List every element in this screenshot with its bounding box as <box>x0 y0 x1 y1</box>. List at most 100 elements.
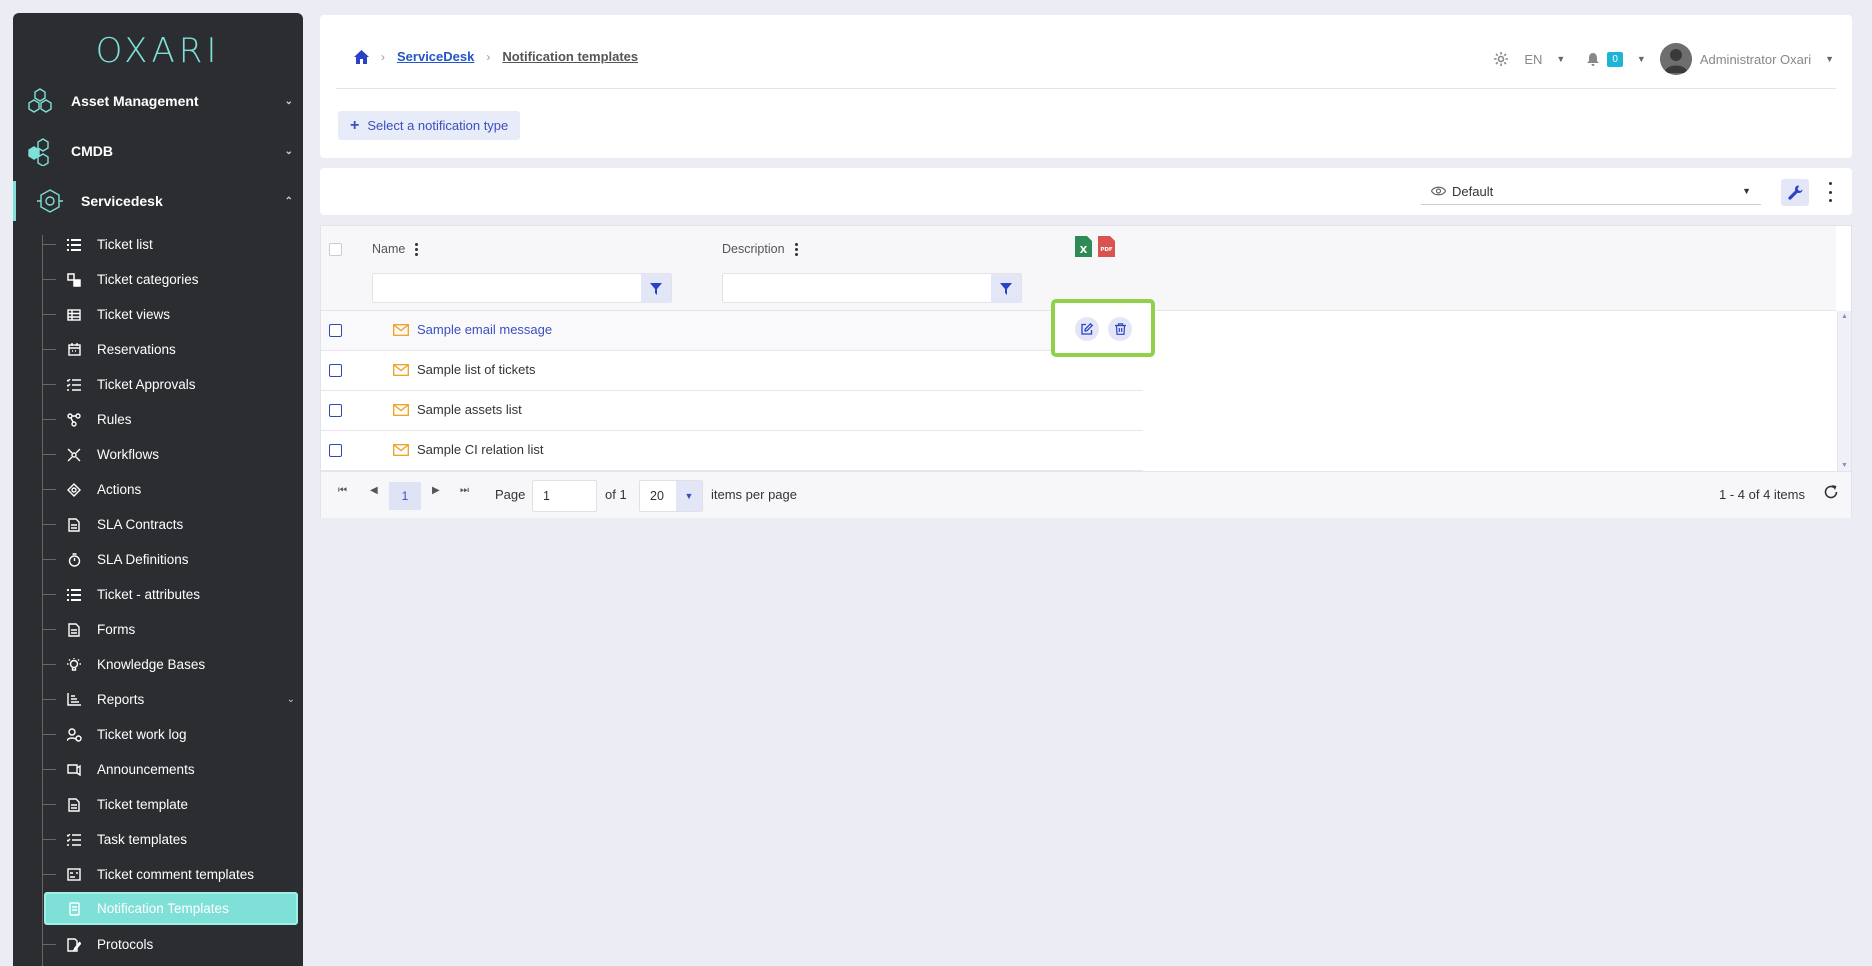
tree-branch <box>42 944 56 945</box>
bell-icon[interactable] <box>1587 52 1600 66</box>
sidebar-item-ticket-attributes[interactable]: Ticket - attributes <box>42 577 303 612</box>
table-row[interactable]: Sample list of tickets <box>321 351 1143 391</box>
page-size-select[interactable]: 20 ▼ <box>639 480 703 512</box>
edit-button[interactable] <box>1075 317 1099 341</box>
description-filter-input[interactable] <box>722 273 1022 303</box>
current-page-button[interactable]: 1 <box>389 482 421 510</box>
column-menu-icon[interactable] <box>415 242 419 256</box>
row-name[interactable]: Sample email message <box>393 322 552 337</box>
user-name[interactable]: Administrator Oxari <box>1700 52 1811 67</box>
breadcrumb-notification-templates[interactable]: Notification templates <box>502 49 638 64</box>
sidebar-item-label: Reports <box>97 692 145 707</box>
oxari-logo[interactable]: OXARI <box>13 31 303 71</box>
sidebar-item-ticket-list[interactable]: Ticket list <box>42 227 303 262</box>
select-all-checkbox[interactable] <box>329 243 342 256</box>
caret-down-icon[interactable]: ▼ <box>1556 54 1565 64</box>
row-name[interactable]: Sample CI relation list <box>393 442 543 457</box>
lightbulb-icon <box>66 657 82 673</box>
wrench-button[interactable] <box>1781 179 1809 206</box>
sidebar-item-rules[interactable]: Rules <box>42 402 303 437</box>
sidebar-item-ticket-categories[interactable]: Ticket categories <box>42 262 303 297</box>
section-servicedesk[interactable]: Servicedesk ⌃ <box>13 179 303 223</box>
sidebar-item-ticket-approvals[interactable]: Ticket Approvals <box>42 367 303 402</box>
calendar-icon <box>66 342 82 358</box>
column-description-header[interactable]: Description <box>722 242 798 256</box>
home-icon[interactable] <box>354 49 369 64</box>
sidebar-item-reservations[interactable]: Reservations <box>42 332 303 367</box>
last-page-icon[interactable]: ⏭ <box>460 485 469 496</box>
servicedesk-icon <box>37 189 63 213</box>
select-notification-type-button[interactable]: + Select a notification type <box>338 111 521 140</box>
sidebar-item-label: Ticket work log <box>97 727 187 742</box>
name-filter-input[interactable] <box>372 273 672 303</box>
row-checkbox[interactable] <box>329 444 342 457</box>
column-menu-icon[interactable] <box>794 242 798 256</box>
sidebar-item-protocols[interactable]: Protocols <box>42 927 303 962</box>
sidebar-item-ticket-template[interactable]: Ticket template <box>42 787 303 822</box>
caret-down-icon[interactable]: ▼ <box>676 481 702 511</box>
sidebar-item-announcements[interactable]: Announcements <box>42 752 303 787</box>
name-filter-button[interactable] <box>641 274 671 303</box>
excel-export-icon[interactable]: X <box>1075 236 1092 257</box>
sidebar-item-sla-contracts[interactable]: SLA Contracts <box>42 507 303 542</box>
table-row[interactable]: Sample CI relation list <box>321 431 1143 471</box>
tree-branch <box>42 874 56 875</box>
section-cmdb[interactable]: CMDB ⌄ <box>13 129 303 173</box>
sidebar-item-notification-templates[interactable]: Notification Templates <box>44 892 298 925</box>
more-options-icon[interactable] <box>1825 182 1835 202</box>
view-select[interactable]: Default ▼ <box>1421 178 1761 205</box>
language-selector[interactable]: EN <box>1524 52 1542 67</box>
caret-down-icon[interactable]: ▼ <box>1825 54 1834 64</box>
tree-branch <box>42 734 56 735</box>
row-checkbox[interactable] <box>329 324 342 337</box>
workflow-icon <box>66 447 82 463</box>
document-icon <box>66 517 82 533</box>
first-page-icon[interactable]: ⏮ <box>338 485 347 496</box>
next-page-icon[interactable]: ▶ <box>432 485 440 496</box>
sidebar-item-ticket-views[interactable]: Ticket views <box>42 297 303 332</box>
column-name-header[interactable]: Name <box>372 242 419 256</box>
row-actions-highlight <box>1051 299 1155 357</box>
sidebar-item-forms[interactable]: Forms <box>42 612 303 647</box>
sidebar-item-label: SLA Definitions <box>97 552 189 567</box>
sidebar-item-ticket-comment-templates[interactable]: Ticket comment templates <box>42 857 303 892</box>
section-asset-management[interactable]: Asset Management ⌄ <box>13 79 303 123</box>
sidebar-item-workflows[interactable]: Workflows <box>42 437 303 472</box>
table-row[interactable]: Sample email message <box>321 311 1143 351</box>
sidebar-item-ticket-work-log[interactable]: Ticket work log <box>42 717 303 752</box>
caret-down-icon[interactable]: ▼ <box>1637 54 1646 64</box>
previous-page-icon[interactable]: ◀ <box>370 485 378 496</box>
scroll-down-icon[interactable]: ▼ <box>1841 462 1848 469</box>
filter-icon <box>650 282 662 295</box>
table-row[interactable]: Sample assets list <box>321 391 1143 431</box>
scroll-up-icon[interactable]: ▲ <box>1841 313 1848 320</box>
view-name: Default <box>1452 183 1494 199</box>
row-checkbox[interactable] <box>329 364 342 377</box>
row-name[interactable]: Sample list of tickets <box>393 362 536 377</box>
row-name[interactable]: Sample assets list <box>393 402 522 417</box>
breadcrumb-servicedesk[interactable]: ServiceDesk <box>397 49 474 64</box>
checklist-icon <box>66 832 82 848</box>
sidebar-item-sla-definitions[interactable]: SLA Definitions <box>42 542 303 577</box>
gear-icon[interactable] <box>1494 52 1509 66</box>
vertical-scrollbar[interactable]: ▲ ▼ <box>1837 311 1851 471</box>
delete-button[interactable] <box>1108 317 1132 341</box>
sidebar-item-knowledge-bases[interactable]: Knowledge Bases <box>42 647 303 682</box>
avatar[interactable] <box>1659 43 1692 75</box>
cmdb-icon <box>28 138 49 166</box>
sidebar-item-task-templates[interactable]: Task templates <box>42 822 303 857</box>
row-checkbox[interactable] <box>329 404 342 417</box>
pdf-export-icon[interactable]: PDF <box>1098 236 1115 257</box>
refresh-icon[interactable] <box>1823 484 1839 500</box>
tree-branch <box>42 559 56 560</box>
description-filter-button[interactable] <box>991 274 1021 303</box>
button-label: Select a notification type <box>367 118 509 133</box>
stopwatch-icon <box>66 552 82 568</box>
tree-branch <box>42 314 56 315</box>
sidebar-item-actions[interactable]: Actions <box>42 472 303 507</box>
svg-text:X: X <box>1080 245 1088 256</box>
page-input[interactable]: 1 <box>532 480 597 512</box>
notification-badge[interactable]: 0 <box>1607 51 1623 67</box>
sidebar-item-label: Announcements <box>97 762 195 777</box>
sidebar-item-reports[interactable]: Reports ⌄ <box>42 682 303 717</box>
